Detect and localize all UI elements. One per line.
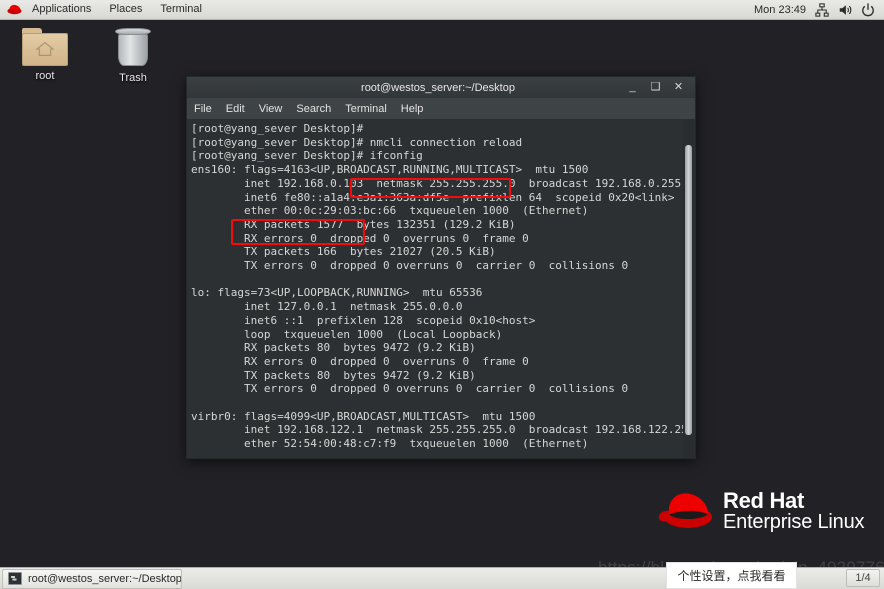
terminal-menu-edit[interactable]: Edit (219, 99, 252, 119)
menu-applications[interactable]: Applications (23, 0, 100, 19)
power-icon[interactable] (861, 2, 875, 17)
terminal-output-area[interactable]: [root@yang_sever Desktop]# [root@yang_se… (186, 119, 696, 459)
brand-line-1: Red Hat (723, 488, 805, 513)
terminal-window[interactable]: root@westos_server:~/Desktop _ ❑ ✕ File … (186, 76, 696, 459)
settings-tooltip[interactable]: 个性设置，点我看看 (666, 562, 797, 589)
menu-places[interactable]: Places (100, 0, 151, 19)
terminal-menu-view[interactable]: View (252, 99, 290, 119)
workspace-indicator[interactable]: 1/4 (846, 569, 880, 587)
window-title: root@westos_server:~/Desktop (361, 81, 515, 94)
clock[interactable]: Mon 23:49 (754, 4, 806, 16)
terminal-output-text: [root@yang_sever Desktop]# [root@yang_se… (191, 122, 695, 451)
top-panel: Applications Places Terminal Mon 23:49 (0, 0, 884, 20)
close-button[interactable]: ✕ (673, 82, 684, 93)
menu-terminal[interactable]: Terminal (151, 0, 211, 19)
minimize-button[interactable]: _ (627, 82, 638, 93)
taskbar-item-terminal[interactable]: root@westos_server:~/Desktop (2, 568, 182, 589)
desktop-icon-trash-label: Trash (119, 72, 147, 84)
taskbar-item-label: root@westos_server:~/Desktop (28, 572, 182, 585)
terminal-icon (8, 572, 22, 585)
terminal-menu-search[interactable]: Search (289, 99, 338, 119)
redhat-fedora-icon (658, 493, 712, 529)
terminal-scrollbar[interactable] (683, 119, 694, 458)
terminal-menu-bar: File Edit View Search Terminal Help (186, 98, 696, 119)
network-icon[interactable] (815, 2, 829, 17)
redhat-branding: Red Hat Enterprise Linux (655, 488, 865, 534)
desktop-icon-root[interactable]: root (6, 28, 84, 82)
terminal-menu-help[interactable]: Help (394, 99, 431, 119)
volume-icon[interactable] (838, 3, 852, 17)
redhat-logo-icon[interactable] (5, 0, 23, 19)
terminal-menu-terminal[interactable]: Terminal (338, 99, 394, 119)
terminal-scrollbar-thumb[interactable] (685, 145, 692, 435)
desktop-icon-root-label: root (35, 70, 55, 82)
brand-line-2: Enterprise Linux (723, 511, 865, 534)
window-buttons: _ ❑ ✕ (627, 82, 695, 93)
home-folder-icon (22, 28, 68, 66)
desktop-icon-trash[interactable]: Trash (94, 28, 172, 84)
trash-icon (115, 28, 151, 68)
system-tray: Mon 23:49 (754, 2, 884, 17)
maximize-button[interactable]: ❑ (650, 82, 661, 93)
terminal-menu-file[interactable]: File (187, 99, 219, 119)
terminal-title-bar[interactable]: root@westos_server:~/Desktop _ ❑ ✕ (186, 76, 696, 98)
